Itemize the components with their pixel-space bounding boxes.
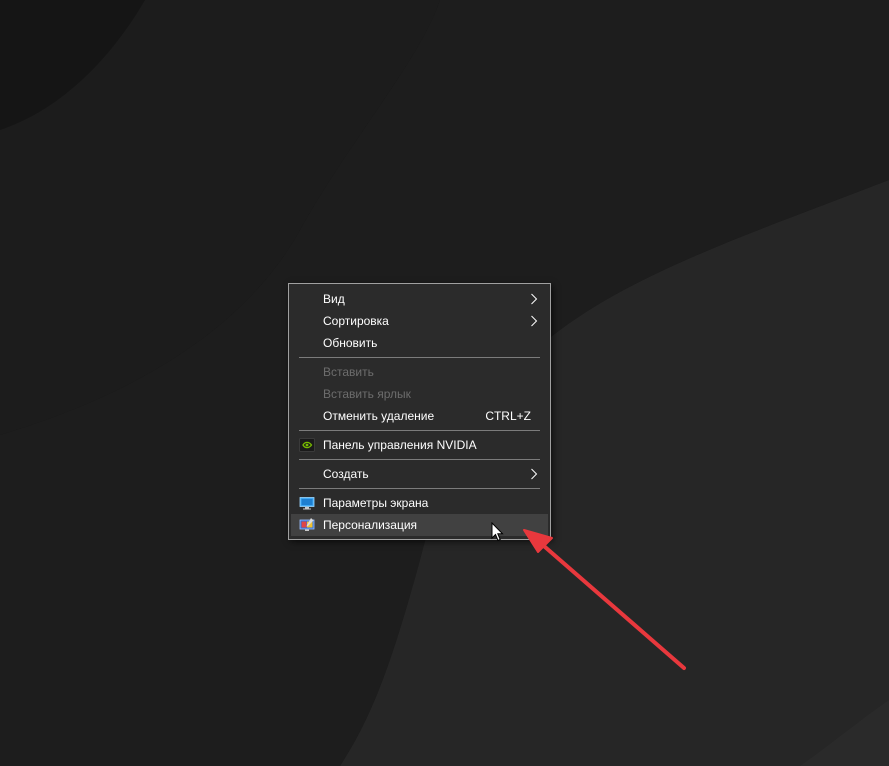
menu-item-personalization[interactable]: Персонализация [291, 514, 548, 536]
chevron-right-icon [531, 315, 538, 327]
menu-separator [299, 488, 540, 489]
menu-item-paste[interactable]: Вставить [291, 361, 548, 383]
menu-item-label: Отменить удаление [323, 409, 435, 423]
menu-item-shortcut: CTRL+Z [485, 409, 531, 423]
menu-item-refresh[interactable]: Обновить [291, 332, 548, 354]
menu-item-label: Сортировка [323, 314, 389, 328]
menu-item-label: Параметры экрана [323, 496, 429, 510]
menu-item-label: Вид [323, 292, 345, 306]
menu-item-label: Вставить ярлык [323, 387, 411, 401]
menu-item-display-settings[interactable]: Параметры экрана [291, 492, 548, 514]
menu-item-paste-shortcut[interactable]: Вставить ярлык [291, 383, 548, 405]
menu-item-nvidia-control-panel[interactable]: Панель управления NVIDIA [291, 434, 548, 456]
mouse-cursor-icon [491, 522, 504, 542]
menu-separator [299, 430, 540, 431]
chevron-right-icon [531, 468, 538, 480]
menu-item-undo-delete[interactable]: Отменить удаление CTRL+Z [291, 405, 548, 427]
menu-item-label: Персонализация [323, 518, 418, 532]
menu-item-label: Вставить [323, 365, 374, 379]
display-settings-icon [299, 497, 315, 510]
personalization-icon [299, 518, 315, 531]
nvidia-icon [299, 438, 315, 452]
desktop-context-menu: Вид Сортировка Обновить Вставить Вставит… [288, 283, 551, 540]
desktop[interactable]: Вид Сортировка Обновить Вставить Вставит… [0, 0, 889, 766]
menu-item-sort[interactable]: Сортировка [291, 310, 548, 332]
chevron-right-icon [531, 293, 538, 305]
menu-item-create[interactable]: Создать [291, 463, 548, 485]
menu-item-label: Панель управления NVIDIA [323, 438, 477, 452]
menu-item-view[interactable]: Вид [291, 288, 548, 310]
menu-separator [299, 357, 540, 358]
menu-item-label: Обновить [323, 336, 378, 350]
menu-item-label: Создать [323, 467, 369, 481]
menu-separator [299, 459, 540, 460]
